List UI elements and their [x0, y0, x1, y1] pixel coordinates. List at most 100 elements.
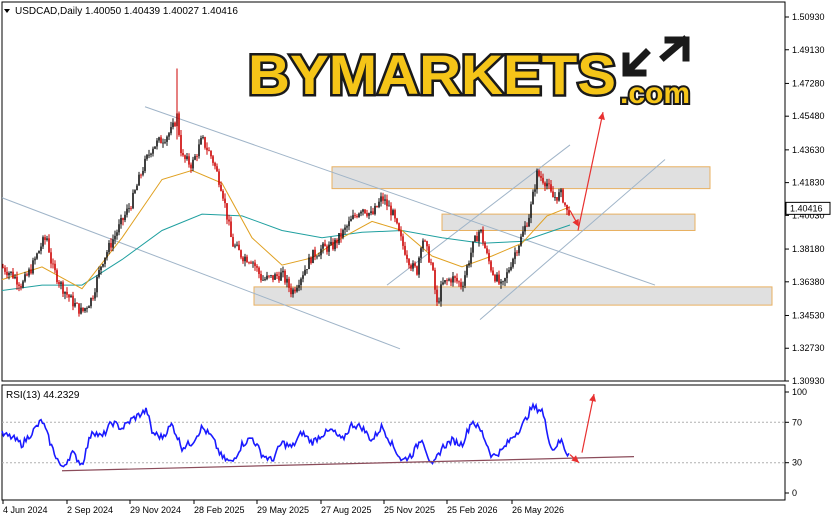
candle-body	[328, 244, 330, 252]
candle-body	[180, 135, 182, 154]
candle-body	[396, 218, 398, 224]
candle-body	[224, 198, 226, 204]
candle-body	[258, 267, 260, 275]
candle-body	[524, 225, 526, 232]
candle-body	[494, 275, 496, 282]
last-price-label: 1.40416	[790, 203, 823, 213]
candle-body	[262, 279, 264, 281]
candle-body	[250, 262, 252, 264]
candle-body	[278, 276, 280, 281]
candle-body	[158, 137, 160, 141]
candle-body	[142, 170, 144, 175]
candle-body	[108, 242, 110, 253]
candle-body	[472, 241, 474, 253]
candle-body	[364, 209, 366, 214]
candle-body	[228, 219, 230, 222]
candle-body	[70, 295, 72, 298]
candle-body	[252, 262, 254, 264]
candle-body	[532, 191, 534, 205]
candle-body	[132, 192, 134, 209]
candle-body	[430, 262, 432, 264]
candle-body	[168, 133, 170, 137]
candle-body	[302, 275, 304, 279]
candle-body	[366, 213, 368, 216]
candle-body	[436, 289, 438, 303]
candle-body	[196, 156, 198, 157]
candle-body	[498, 274, 500, 284]
candle-body	[150, 153, 152, 155]
candle-body	[200, 138, 202, 145]
candle-body	[486, 248, 488, 254]
candle-body	[290, 287, 292, 295]
candle-body	[332, 241, 334, 250]
candle-body	[24, 274, 26, 282]
candle-body	[398, 223, 400, 231]
candle-body	[500, 281, 502, 284]
candle-body	[130, 207, 132, 209]
candle-body	[522, 231, 524, 237]
candle-body	[340, 233, 342, 238]
candle-body	[446, 280, 448, 281]
candle-body	[18, 284, 20, 286]
candle-body	[310, 257, 312, 264]
candle-body	[220, 184, 222, 191]
candle-body	[234, 245, 236, 247]
candle-body	[156, 140, 158, 147]
candle-body	[516, 252, 518, 254]
candle-body	[300, 278, 302, 286]
candle-body	[124, 214, 126, 221]
candle-body	[502, 281, 504, 283]
candle-body	[560, 189, 562, 193]
candle-body	[374, 205, 376, 215]
candle-body	[308, 257, 310, 270]
candle-body	[514, 252, 516, 259]
candle-body	[240, 250, 242, 258]
candle-body	[344, 227, 346, 230]
candle-body	[90, 297, 92, 307]
candle-body	[562, 189, 564, 203]
candle-body	[264, 279, 266, 280]
candle-body	[362, 209, 364, 212]
rsi-header: RSI(13) 44.2329	[6, 390, 80, 401]
candle-body	[152, 148, 154, 154]
candle-body	[456, 277, 458, 282]
candle-body	[88, 306, 90, 309]
candle-body	[422, 240, 424, 249]
candle-body	[68, 294, 70, 298]
candle-body	[392, 210, 394, 216]
candle-body	[222, 190, 224, 199]
price-tick-label: 1.36380	[792, 277, 825, 287]
candle-body	[360, 211, 362, 214]
candle-body	[62, 282, 64, 294]
candle-body	[314, 249, 316, 257]
candle-body	[60, 282, 62, 285]
candle-body	[140, 174, 142, 176]
candle-body	[294, 289, 296, 292]
candle-body	[546, 183, 548, 187]
candle-body	[186, 156, 188, 159]
candle-body	[36, 253, 38, 259]
candle-body	[238, 244, 240, 251]
candle-body	[254, 262, 256, 267]
candle-body	[526, 225, 528, 227]
candle-body	[416, 266, 418, 275]
candle-body	[414, 263, 416, 267]
candle-body	[10, 271, 12, 273]
candle-body	[460, 282, 462, 287]
candle-body	[182, 153, 184, 156]
candle-body	[86, 308, 88, 309]
candle-body	[484, 242, 486, 249]
candle-body	[226, 203, 228, 220]
candle-body	[348, 221, 350, 227]
candle-body	[118, 224, 120, 233]
candle-body	[466, 265, 468, 276]
candle-body	[282, 270, 284, 273]
candle-body	[274, 274, 276, 280]
candle-body	[556, 197, 558, 201]
candle-body	[296, 287, 298, 292]
candle-body	[270, 275, 272, 276]
candle-body	[104, 257, 106, 264]
candle-body	[184, 155, 186, 159]
rsi-tick-label: 0	[792, 488, 797, 498]
candle-body	[468, 263, 470, 266]
